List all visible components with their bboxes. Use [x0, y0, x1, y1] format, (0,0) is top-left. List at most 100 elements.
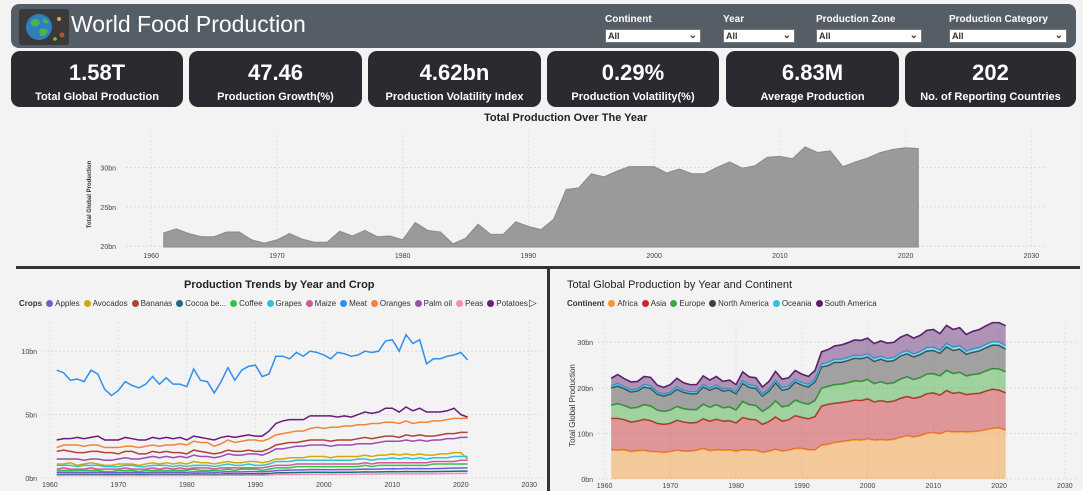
legend-item[interactable]: Asia: [641, 299, 667, 308]
legend-title: Crops: [19, 299, 43, 308]
legend-item[interactable]: Palm oil: [414, 299, 453, 308]
kpi-card-production-growth: 47.46 Production Growth(%): [189, 51, 362, 107]
legend-item[interactable]: Grapes: [266, 299, 302, 308]
production-zone-slicer[interactable]: Production Zone All ⌄: [816, 14, 922, 43]
kpi-label: Total Global Production: [35, 91, 159, 103]
legend-label: Oranges: [379, 299, 411, 308]
slicer-value: All: [952, 31, 964, 41]
legend-item[interactable]: Apples: [46, 299, 80, 308]
legend-item[interactable]: Cocoa be...: [176, 299, 226, 308]
legend-label: North America: [718, 299, 769, 308]
legend-item[interactable]: North America: [709, 299, 769, 308]
kpi-card-volatility-percent: 0.29% Production Volatility(%): [547, 51, 719, 107]
kpi-value: 6.83M: [781, 60, 844, 85]
legend-label: Apples: [55, 299, 80, 308]
header-bar: World Food Production Continent All ⌄ Ye…: [11, 4, 1076, 48]
year-dropdown[interactable]: All ⌄: [723, 29, 795, 43]
crop-trends-line-chart[interactable]: 0bn 5bn 10bn 1960 1970 1980 1990 2000 2010 2020 20…: [16, 312, 546, 491]
legend-dot-icon: [370, 300, 378, 307]
legend-dot-icon: [456, 300, 464, 307]
x-tick-label: 2000: [646, 253, 662, 260]
y-axis-label: Total Global Production: [87, 160, 93, 228]
slicer-label: Production Zone: [816, 14, 896, 25]
production-category-dropdown[interactable]: All ⌄: [949, 29, 1067, 43]
page-title: World Food Production: [71, 11, 306, 37]
total-production-area-chart[interactable]: 20bn 25bn 30bn 1960 1970 1980 1990 2000 2010 2020…: [70, 126, 1083, 264]
continent-dropdown[interactable]: All ⌄: [605, 29, 701, 43]
legend-item[interactable]: Europe: [670, 299, 705, 308]
legend-dot-icon: [487, 300, 495, 307]
legend-item[interactable]: Avocados: [83, 299, 128, 308]
legend-dot-icon: [46, 300, 54, 307]
legend-item[interactable]: Coffee: [230, 299, 263, 308]
legend-next-arrow-icon[interactable]: ▷: [529, 298, 537, 309]
production-zone-dropdown[interactable]: All ⌄: [816, 29, 922, 43]
slicer-label: Year: [723, 14, 745, 25]
legend-label: Peas: [465, 299, 484, 308]
continent-chart-title: Total Global Production by Year and Cont…: [567, 279, 793, 291]
slicer-label: Production Category: [949, 14, 1048, 25]
x-tick-label: 1980: [728, 483, 744, 490]
legend-item[interactable]: Potatoes: [487, 299, 528, 308]
production-category-slicer[interactable]: Production Category All ⌄: [949, 14, 1067, 43]
chevron-down-icon: ⌄: [909, 30, 918, 41]
slicer-value: All: [726, 31, 738, 41]
x-tick-label: 2020: [453, 482, 469, 489]
slicer-value: All: [608, 31, 620, 41]
total-production-chart-title: Total Production Over The Year: [484, 112, 648, 124]
kpi-card-total-production: 1.58T Total Global Production: [11, 51, 183, 107]
continent-stacked-area-chart[interactable]: 0bn 10bn 20bn 30bn 1960 1970 1980 1990 2000 2010 2…: [551, 312, 1083, 491]
kpi-card-average-production: 6.83M Average Production: [726, 51, 899, 107]
kpi-value: 1.58T: [68, 60, 126, 85]
legend-label: Maize: [314, 299, 337, 308]
legend-item[interactable]: Africa: [608, 299, 638, 308]
x-tick-label: 1970: [663, 483, 679, 490]
legend-item[interactable]: Peas: [456, 299, 483, 308]
year-slicer[interactable]: Year All ⌄: [723, 14, 795, 43]
x-tick-label: 1980: [395, 253, 411, 260]
legend-label: Grapes: [275, 299, 302, 308]
globe-logo-icon: [19, 9, 69, 45]
y-tick-label: 10bn: [577, 431, 593, 438]
kpi-card-volatility-index: 4.62bn Production Volatility Index: [368, 51, 541, 107]
legend-label: Asia: [650, 299, 667, 308]
kpi-label: Production Volatility(%): [571, 91, 695, 103]
x-tick-label: 2010: [772, 253, 788, 260]
legend-item[interactable]: Bananas: [131, 299, 172, 308]
y-tick-label: 0bn: [581, 477, 593, 484]
legend-label: Coffee: [239, 299, 263, 308]
y-tick-label: 20bn: [577, 386, 593, 393]
legend-label: Cocoa be...: [185, 299, 227, 308]
kpi-label: Production Growth(%): [217, 91, 334, 103]
legend-title: Continent: [567, 299, 605, 308]
kpi-label: Production Volatility Index: [385, 91, 524, 103]
x-tick-label: 2020: [898, 253, 914, 260]
legend-dot-icon: [772, 300, 780, 307]
continent-legend[interactable]: Continent Africa Asia Europe North America Oc…: [567, 299, 881, 308]
x-tick-label: 2030: [1057, 483, 1073, 490]
legend-dot-icon: [815, 300, 823, 307]
legend-dot-icon: [709, 300, 717, 307]
x-tick-label: 2030: [522, 482, 538, 489]
legend-item[interactable]: Oceania: [772, 299, 812, 308]
legend-label: Avocados: [92, 299, 128, 308]
x-tick-label: 2020: [991, 483, 1007, 490]
y-tick-label: 30bn: [577, 340, 593, 347]
legend-item[interactable]: Meat: [340, 299, 367, 308]
legend-item[interactable]: South America: [815, 299, 877, 308]
continent-slicer[interactable]: Continent All ⌄: [605, 14, 701, 43]
legend-label: Meat: [349, 299, 367, 308]
legend-dot-icon: [83, 300, 91, 307]
kpi-value: 202: [972, 60, 1009, 85]
legend-label: Palm oil: [423, 299, 453, 308]
kpi-value: 4.62bn: [419, 60, 490, 85]
crop-legend[interactable]: Crops Apples Avocados Bananas Cocoa be... Cof…: [19, 299, 532, 308]
legend-item[interactable]: Oranges: [370, 299, 411, 308]
legend-item[interactable]: Maize: [305, 299, 337, 308]
dashboard: World Food Production Continent All ⌄ Ye…: [0, 0, 1083, 491]
x-tick-label: 1970: [111, 482, 127, 489]
x-tick-label: 2010: [385, 482, 401, 489]
legend-dot-icon: [340, 300, 348, 307]
x-tick-label: 1960: [597, 483, 613, 490]
legend-dot-icon: [176, 300, 184, 307]
